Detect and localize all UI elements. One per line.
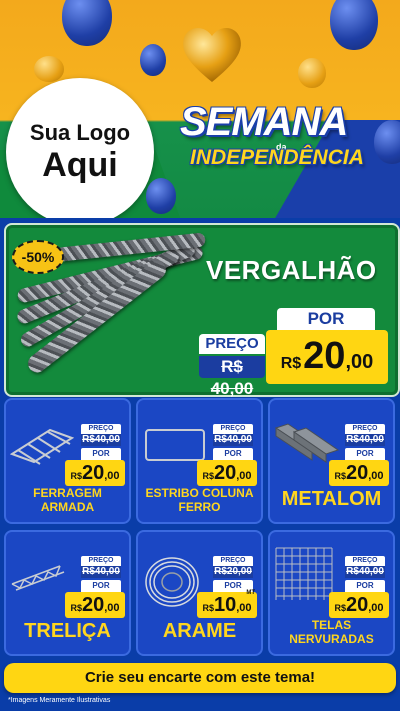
gold-heart-balloon-icon — [183, 27, 241, 82]
product-price: R$ 20 ,00 — [197, 460, 257, 486]
preco-label: PREÇO — [213, 556, 253, 566]
price-unit: MT — [246, 590, 255, 596]
logo-placeholder: Sua Logo Aqui — [6, 78, 154, 218]
price-currency: R$ — [334, 471, 346, 481]
price-decimal: ,00 — [104, 470, 120, 482]
product-name: TELAS NERVURADAS — [289, 618, 374, 646]
blue-balloon — [62, 0, 112, 46]
price-decimal: ,00 — [104, 602, 120, 614]
price-decimal: ,00 — [368, 470, 384, 482]
trelica-icon — [11, 565, 65, 591]
price-integer: 20 — [81, 594, 105, 616]
cta-banner[interactable]: Crie seu encarte com este tema! — [4, 663, 396, 693]
por-label: POR — [277, 308, 375, 330]
price-currency: R$ — [70, 471, 82, 481]
price-currency: R$ — [280, 355, 302, 372]
gold-balloon — [298, 58, 326, 88]
price-decimal: ,00 — [236, 470, 252, 482]
price-decimal: ,00 — [368, 602, 384, 614]
product-name: TRELIÇA — [24, 620, 111, 642]
price-decimal: ,00 — [345, 351, 374, 373]
product-name: ESTRIBO COLUNA FERRO — [145, 486, 254, 514]
price-integer: 20 — [213, 462, 237, 484]
old-price: R$40,00 — [81, 566, 121, 578]
logo-line2: Aqui — [42, 146, 118, 184]
blue-balloon — [330, 0, 378, 50]
product-price: R$ 20 ,00 — [329, 592, 389, 618]
por-label: POR — [81, 448, 121, 460]
estribo-icon — [145, 429, 205, 461]
product-price: R$ 20 ,00 — [65, 592, 125, 618]
campaign-title: SEMANA — [180, 100, 348, 144]
discount-badge: -50% — [12, 240, 64, 274]
featured-price: R$ 20 ,00 — [266, 330, 388, 384]
por-label: POR — [81, 580, 121, 592]
product-card: PREÇO R$40,00 POR R$ 20 ,00 TELAS NERVUR… — [268, 530, 395, 656]
gold-balloon — [34, 56, 64, 82]
featured-title: VERGALHÃO — [206, 255, 377, 285]
price-currency: R$ — [202, 471, 214, 481]
tela-mesh-icon — [275, 547, 333, 600]
blue-balloon — [140, 44, 166, 76]
old-price: R$40,00 — [345, 434, 385, 446]
arame-coil-icon — [145, 557, 199, 607]
por-label: POR — [345, 580, 385, 592]
price-integer: 20 — [303, 335, 346, 377]
logo-line1: Sua Logo — [29, 120, 131, 145]
old-price: R$ 40,00 — [199, 356, 265, 398]
hero-banner: Sua Logo Aqui SEMANA da INDEPENDÊNCIA — [0, 0, 400, 218]
price-integer: 20 — [345, 462, 369, 484]
product-card: PREÇO R$40,00 POR R$ 20 ,00 METALOM — [268, 398, 395, 524]
campaign-subtitle: INDEPENDÊNCIA — [190, 146, 364, 169]
old-price: R$40,00 — [213, 434, 253, 446]
old-price: R$40,00 — [345, 566, 385, 578]
product-card: PREÇO R$20,00 POR R$ 10 ,00 MT ARAME — [136, 530, 263, 656]
product-card: PREÇO R$40,00 POR R$ 20 ,00 ESTRIBO COLU… — [136, 398, 263, 524]
product-card: PREÇO R$40,00 POR R$ 20 ,00 TRELIÇA — [4, 530, 131, 656]
product-price: R$ 20 ,00 — [65, 460, 125, 486]
preco-label: PREÇO — [213, 424, 253, 434]
price-decimal: ,00 — [236, 602, 252, 614]
por-label: POR — [345, 448, 385, 460]
price-integer: 10 — [213, 594, 237, 616]
price-integer: 20 — [345, 594, 369, 616]
preco-label: PREÇO — [199, 334, 265, 354]
por-label: POR — [213, 448, 253, 460]
disclaimer: *Imagens Meramente Ilustrativas — [8, 697, 111, 704]
price-currency: R$ — [70, 603, 82, 613]
product-name: FERRAGEM ARMADA — [33, 486, 102, 514]
preco-label: PREÇO — [81, 424, 121, 434]
preco-label: PREÇO — [345, 556, 385, 566]
preco-label: PREÇO — [81, 556, 121, 566]
price-integer: 20 — [81, 462, 105, 484]
preco-label: PREÇO — [345, 424, 385, 434]
campaign-badge: SEMANA da INDEPENDÊNCIA — [168, 92, 393, 202]
product-card: PREÇO R$40,00 POR R$ 20 ,00 FERRAGEM ARM… — [4, 398, 131, 524]
old-price: R$40,00 — [81, 434, 121, 446]
product-name: METALOM — [281, 488, 382, 510]
product-price: R$ 20 ,00 — [329, 460, 389, 486]
price-currency: R$ — [334, 603, 346, 613]
product-name: ARAME — [162, 620, 237, 642]
old-price: R$20,00 — [213, 566, 253, 578]
price-currency: R$ — [202, 603, 214, 613]
